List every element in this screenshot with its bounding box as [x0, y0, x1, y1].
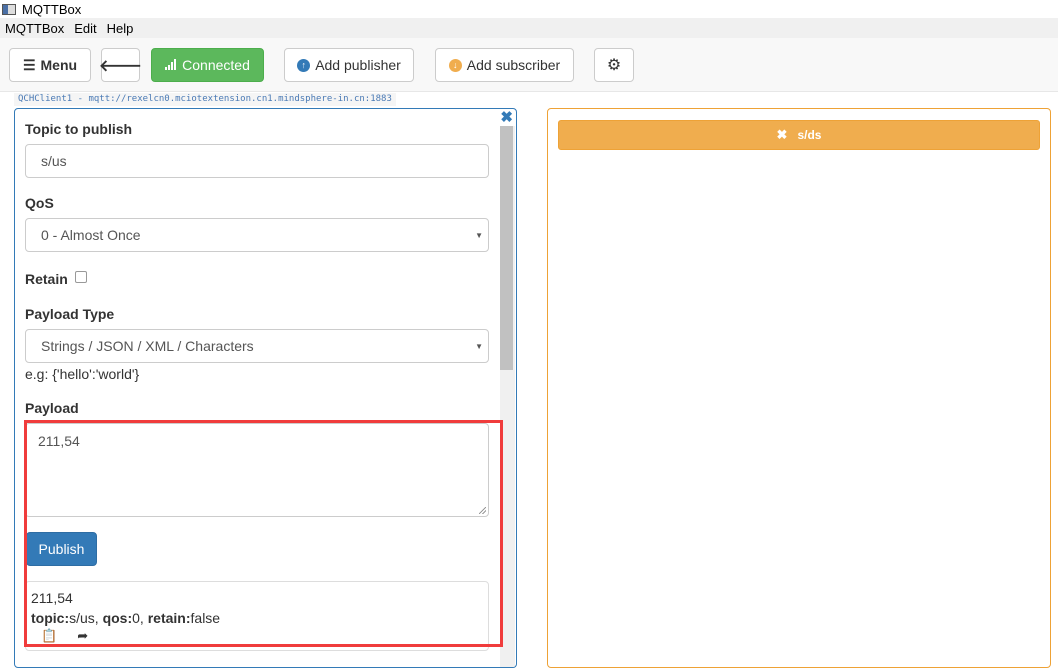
scrollbar-thumb[interactable] — [500, 126, 513, 370]
subscriber-topic: s/ds — [797, 128, 822, 142]
qos-val: 0, — [132, 610, 148, 626]
menu-mqttbox[interactable]: MQTTBox — [0, 21, 69, 36]
back-button[interactable]: 🡐 — [99, 48, 142, 82]
add-subscriber-label: Add subscriber — [466, 57, 561, 73]
add-subscriber-button[interactable]: ↓ Add subscriber — [435, 48, 574, 82]
menu-button[interactable]: ☰ Menu — [9, 48, 91, 82]
share-forward-icon[interactable]: ➦ — [77, 628, 88, 644]
copy-to-payload-icon[interactable]: 📋 — [41, 628, 57, 644]
published-message-card: 211,54 topic:s/us, qos:0, retain:false 📋… — [25, 581, 489, 651]
published-payload: 211,54 — [31, 590, 73, 606]
qos-value: 0 - Almost Once — [41, 227, 141, 243]
gear-icon: ⚙ — [606, 57, 622, 74]
menu-button-label: Menu — [40, 57, 78, 73]
menu-edit[interactable]: Edit — [69, 21, 101, 36]
toolbar: ☰ Menu 🡐 Connected ↑ Add publisher ↓ Add… — [0, 38, 1058, 92]
payload-hint: e.g: {'hello':'world'} — [25, 366, 140, 382]
dropdown-arrow-icon: ▼ — [475, 342, 483, 351]
hamburger-icon: ☰ — [22, 56, 36, 73]
add-publisher-button[interactable]: ↑ Add publisher — [284, 48, 414, 82]
payload-type-select[interactable]: Strings / JSON / XML / Characters ▼ — [25, 329, 489, 363]
window-title: MQTTBox — [22, 1, 82, 17]
client-connection-label: QCHClient1 - mqtt://rexelcn0.mciotextens… — [14, 93, 396, 106]
menubar: MQTTBox Edit Help — [0, 18, 1058, 38]
topic-label: Topic to publish — [25, 121, 133, 137]
window-titlebar: MQTTBox — [0, 0, 1058, 18]
unsubscribe-close-icon[interactable]: ✖ — [777, 127, 788, 143]
topic-val: s/us, — [69, 610, 103, 626]
connected-button[interactable]: Connected — [151, 48, 264, 82]
payload-type-label: Payload Type — [25, 306, 115, 322]
qos-key: qos: — [102, 610, 133, 626]
resize-grip[interactable] — [479, 507, 486, 514]
topic-key: topic: — [31, 610, 70, 626]
publish-button[interactable]: Publish — [26, 532, 97, 566]
payload-label: Payload — [25, 400, 79, 416]
subscriber-header: ✖ s/ds — [558, 120, 1040, 150]
topic-value: s/us — [41, 153, 67, 169]
payload-type-value: Strings / JSON / XML / Characters — [41, 338, 254, 354]
retain-key: retain: — [147, 610, 191, 626]
retain-val: false — [190, 610, 221, 626]
arrow-up-circle-icon: ↑ — [297, 58, 311, 72]
payload-value: 211,54 — [38, 433, 80, 449]
retain-checkbox[interactable] — [75, 271, 87, 283]
subscriber-panel: ✖ s/ds — [547, 108, 1051, 668]
dropdown-arrow-icon: ▼ — [475, 231, 483, 240]
publisher-panel: ✖ Topic to publish s/us QoS 0 - Almost O… — [14, 108, 517, 668]
message-actions: 📋 ➦ — [31, 628, 483, 644]
menu-help[interactable]: Help — [102, 21, 139, 36]
settings-button[interactable]: ⚙ — [594, 48, 634, 82]
topic-input[interactable]: s/us — [25, 144, 489, 178]
qos-select[interactable]: 0 - Almost Once ▼ — [25, 218, 489, 252]
signal-icon — [165, 57, 177, 73]
app-icon — [2, 3, 16, 15]
retain-label: Retain — [25, 271, 68, 287]
publish-label: Publish — [38, 541, 85, 557]
connected-label: Connected — [182, 57, 250, 73]
arrow-left-icon: 🡐 — [99, 57, 142, 75]
published-meta: topic:s/us, qos:0, retain:false — [31, 608, 483, 628]
close-publisher-icon[interactable]: ✖ — [500, 110, 513, 125]
qos-label: QoS — [25, 195, 54, 211]
arrow-down-circle-icon: ↓ — [448, 58, 462, 72]
payload-textarea[interactable]: 211,54 — [25, 423, 489, 517]
add-publisher-label: Add publisher — [315, 57, 401, 73]
